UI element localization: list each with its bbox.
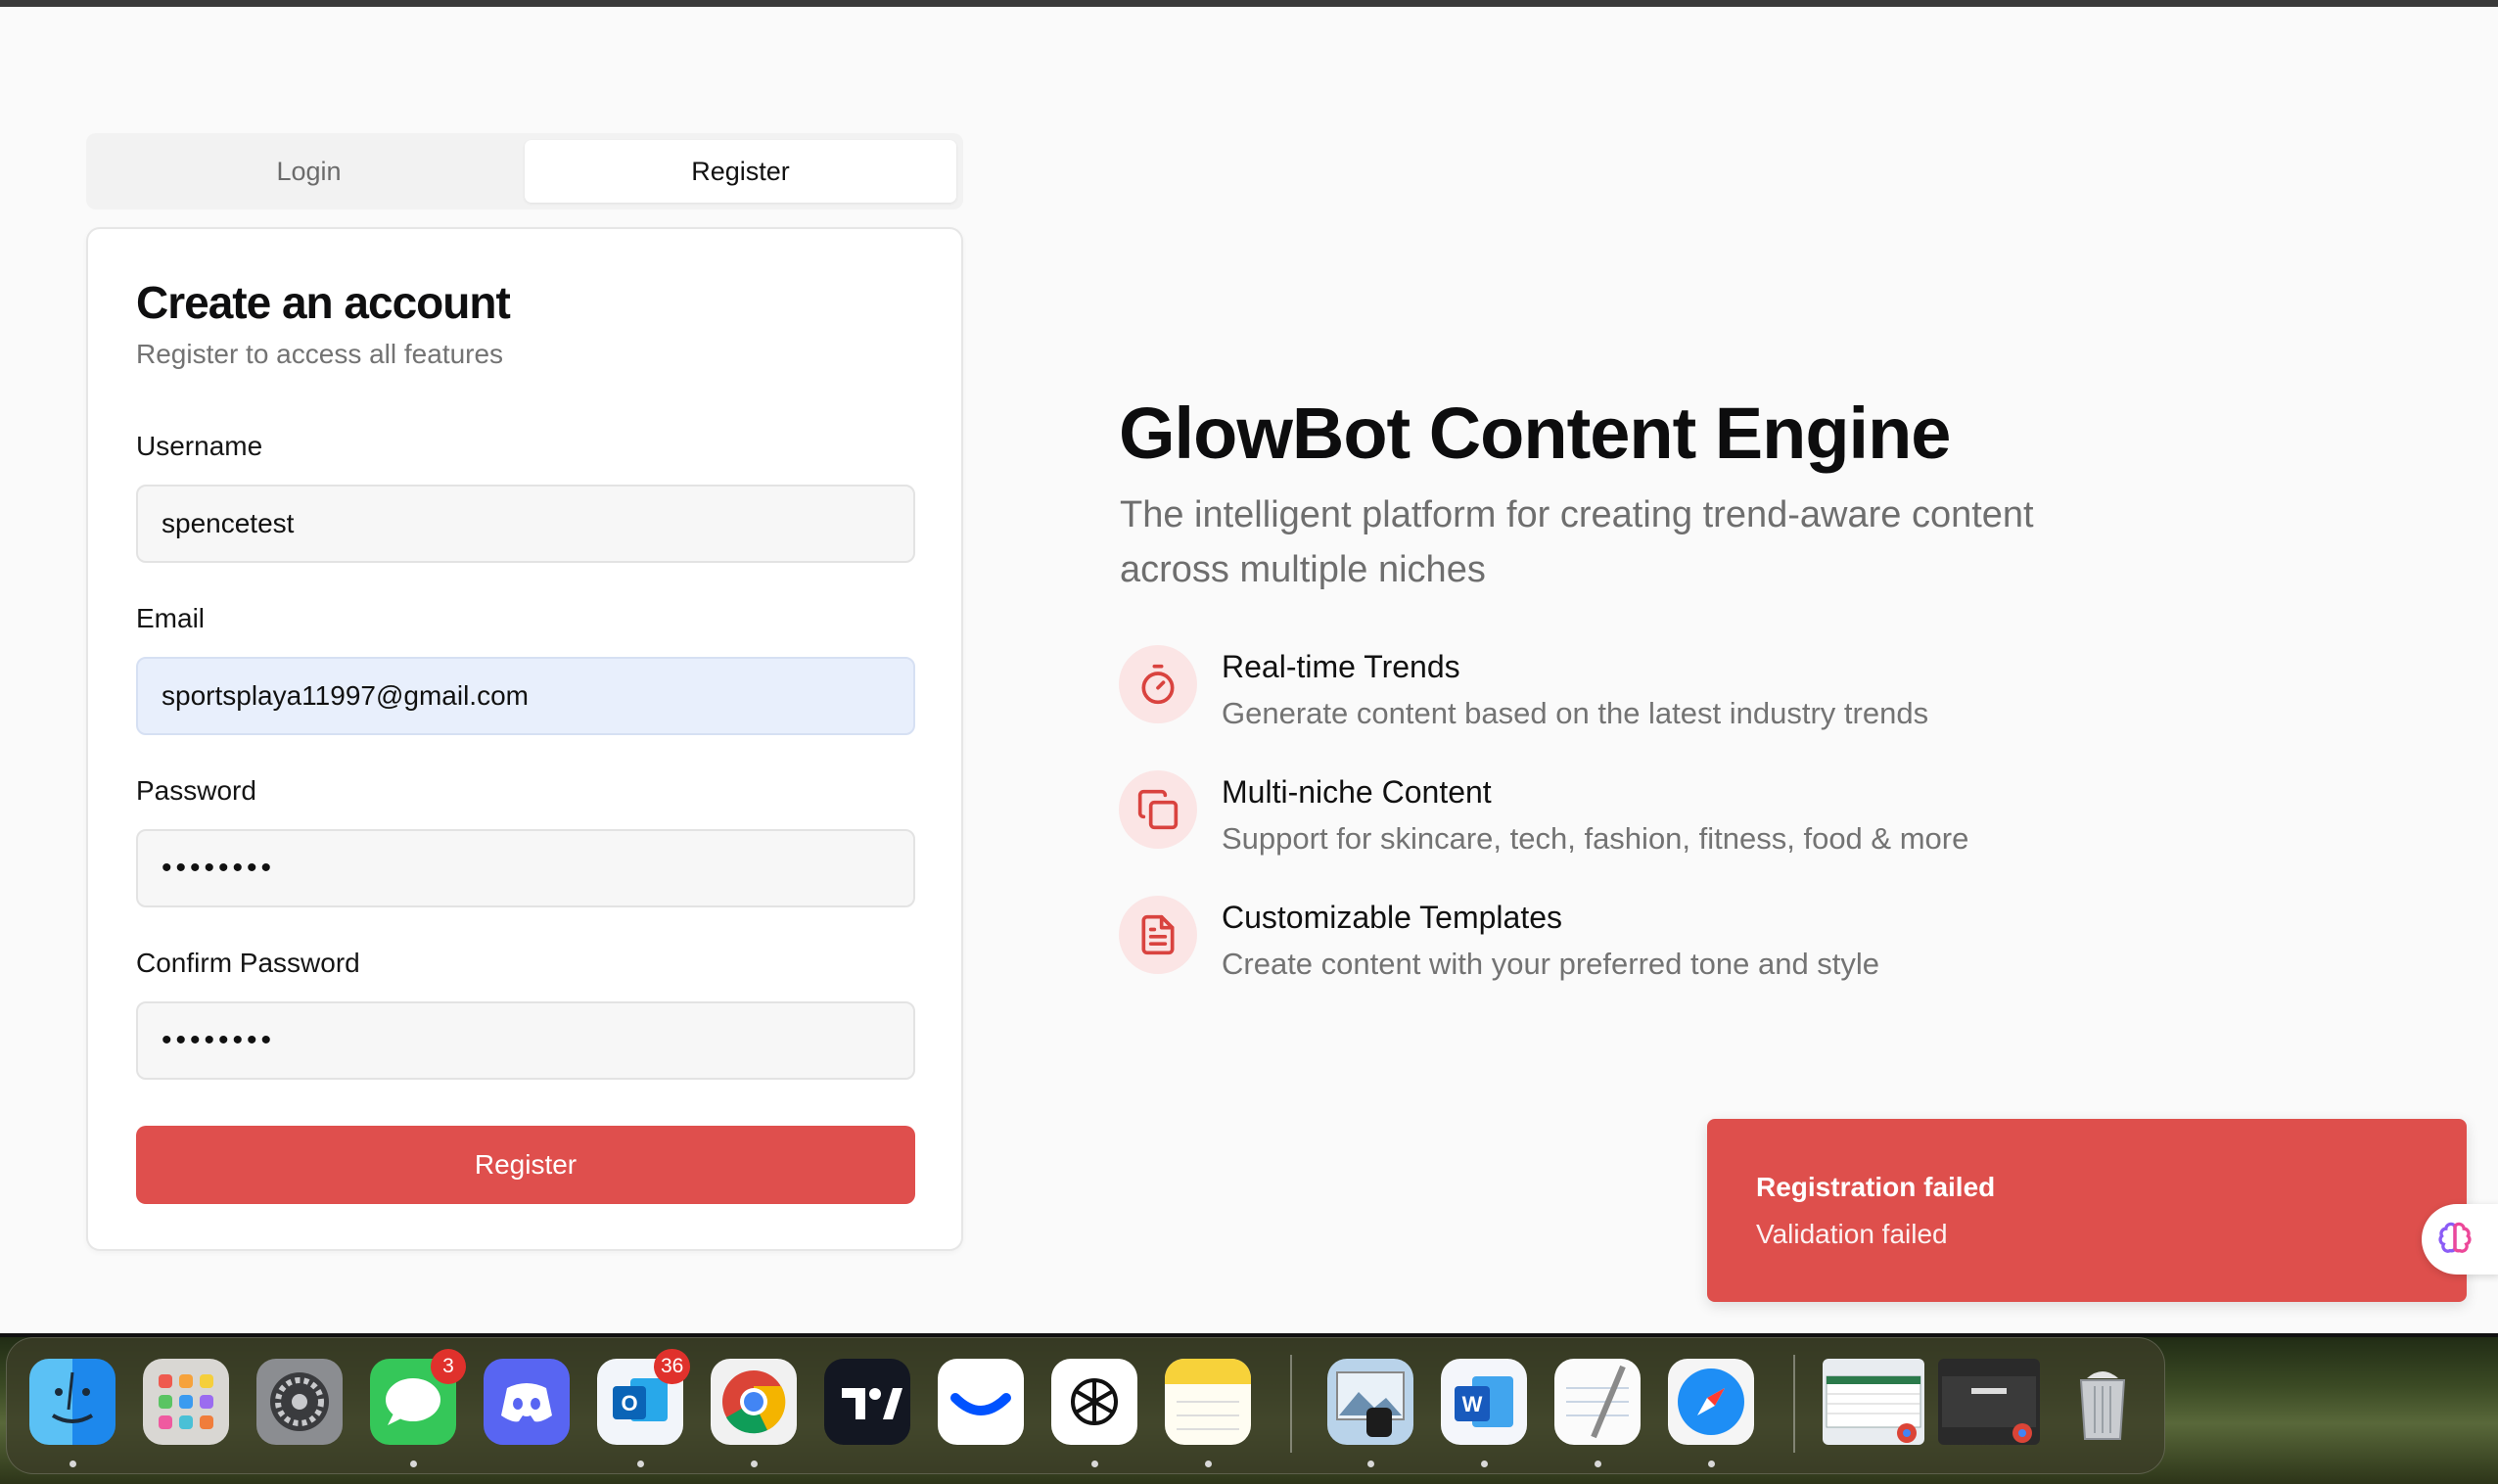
running-indicator xyxy=(69,1461,76,1467)
card-subtitle: Register to access all features xyxy=(136,339,504,369)
tab-register[interactable]: Register xyxy=(525,140,956,203)
auth-tabs: Login Register xyxy=(86,133,963,209)
assistant-brain-button[interactable] xyxy=(2422,1204,2498,1275)
word-icon[interactable]: W xyxy=(1441,1359,1527,1445)
chrome-icon[interactable] xyxy=(711,1359,797,1445)
hero-subtitle: The intelligent platform for creating tr… xyxy=(1120,494,2034,590)
notes-icon[interactable] xyxy=(1165,1359,1251,1445)
feature-title: Multi-niche Content xyxy=(1222,774,1492,810)
username-field[interactable] xyxy=(136,485,915,563)
running-indicator xyxy=(1367,1461,1374,1467)
window-top-border xyxy=(0,0,2498,7)
tradingview-icon[interactable] xyxy=(824,1359,910,1445)
card-title: Create an account xyxy=(136,277,511,328)
feature-title: Customizable Templates xyxy=(1222,900,1563,935)
safari-icon[interactable] xyxy=(1668,1359,1754,1445)
launchpad-icon[interactable] xyxy=(143,1359,229,1445)
svg-text:O: O xyxy=(621,1391,637,1415)
username-label: Username xyxy=(136,431,263,461)
password-field[interactable] xyxy=(136,829,915,907)
running-indicator xyxy=(1481,1461,1488,1467)
feature-desc: Create content with your preferred tone … xyxy=(1222,947,1880,981)
messages-badge: 3 xyxy=(431,1349,466,1384)
trash-icon[interactable] xyxy=(2059,1359,2146,1445)
password-label: Password xyxy=(136,775,256,806)
register-button[interactable]: Register xyxy=(136,1126,915,1204)
dock-separator xyxy=(1290,1355,1292,1453)
hero-title: GlowBot Content Engine xyxy=(1119,393,1951,474)
running-indicator xyxy=(751,1461,758,1467)
toast-title: Registration failed xyxy=(1756,1172,1996,1202)
coinbase-wallet-icon[interactable] xyxy=(938,1359,1024,1445)
running-indicator xyxy=(1595,1461,1601,1467)
feature-title: Real-time Trends xyxy=(1222,649,1460,684)
toast-description: Validation failed xyxy=(1756,1219,1948,1249)
document-icon xyxy=(1119,896,1197,974)
dock-separator xyxy=(1793,1355,1795,1453)
feature-desc: Generate content based on the latest ind… xyxy=(1222,696,1929,730)
outlook-badge: 36 xyxy=(654,1349,691,1384)
finder-icon[interactable] xyxy=(29,1359,116,1445)
email-label: Email xyxy=(136,603,206,633)
confirm-password-label: Confirm Password xyxy=(136,948,360,978)
brain-icon xyxy=(2438,1222,2472,1253)
confirm-password-field[interactable] xyxy=(136,1001,915,1080)
tab-login[interactable]: Login xyxy=(93,140,525,203)
chatgpt-icon[interactable] xyxy=(1051,1359,1137,1445)
running-indicator xyxy=(1708,1461,1715,1467)
error-toast[interactable]: Registration failed Validation failed xyxy=(1707,1119,2467,1302)
copy-icon xyxy=(1119,770,1197,849)
running-indicator xyxy=(410,1461,417,1467)
email-field[interactable] xyxy=(136,657,915,735)
running-indicator xyxy=(1091,1461,1098,1467)
timer-icon xyxy=(1119,645,1197,723)
feature-desc: Support for skincare, tech, fashion, fit… xyxy=(1222,821,1969,856)
running-indicator xyxy=(1205,1461,1212,1467)
running-indicator xyxy=(637,1461,644,1467)
register-card: Create an account Register to access all… xyxy=(86,227,963,1251)
svg-text:W: W xyxy=(1462,1392,1483,1416)
discord-icon[interactable] xyxy=(484,1359,570,1445)
preview-icon[interactable] xyxy=(1327,1359,1413,1445)
textedit-icon[interactable] xyxy=(1554,1359,1641,1445)
system-settings-icon[interactable] xyxy=(256,1359,343,1445)
excel-window-thumbnail[interactable] xyxy=(1823,1359,1924,1445)
chrome-window-thumbnail[interactable] xyxy=(1938,1359,2040,1445)
